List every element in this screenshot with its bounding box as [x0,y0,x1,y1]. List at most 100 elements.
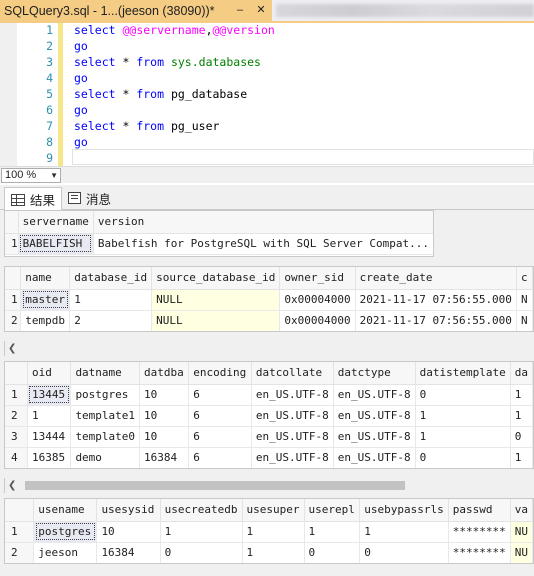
row-number-cell[interactable]: 2 [5,310,22,331]
close-icon[interactable]: ✕ [254,3,268,17]
table-cell[interactable]: BABELFISH [18,233,94,255]
column-header[interactable]: version [93,211,433,234]
table-row[interactable]: 1 postgres 10 1 1 1 1 ******** NU [5,521,533,543]
sql-editor[interactable]: 1 select @@servername,@@version 2 go 3 select… [0,23,534,166]
table-cell[interactable]: 1 [160,521,243,543]
column-header[interactable]: usesysid [96,499,161,522]
table-cell[interactable]: 0 [510,426,533,448]
table-cell[interactable]: 1 [415,426,511,448]
table-row[interactable]: 2 1 template1 10 6 en_US.UTF-8 en_US.UTF-8 1 1 [5,405,533,427]
table-cell[interactable]: 1 [27,405,72,427]
table-cell[interactable]: postgres [33,521,98,543]
row-number-cell[interactable]: 3 [5,426,28,448]
document-tab[interactable]: SQLQuery3.sql - 1...(jeeson (38090))* ‒ … [0,0,272,21]
table-cell[interactable]: NULL [151,289,281,311]
table-cell[interactable]: Babelfish for PostgreSQL with SQL Server… [93,233,433,255]
row-number-cell[interactable]: 1 [5,384,28,406]
table-cell[interactable]: 13444 [27,426,72,448]
pin-icon[interactable]: ‒ [233,3,247,17]
column-header[interactable]: datistemplate [415,362,511,385]
table-cell[interactable]: 6 [188,405,252,427]
table-cell[interactable]: tempdb [20,310,71,331]
row-number-cell[interactable]: 4 [5,447,28,468]
column-header[interactable]: database_id [69,267,153,290]
row-number-cell[interactable]: 1 [5,289,22,311]
table-cell[interactable]: en_US.UTF-8 [251,426,334,448]
table-cell[interactable]: 1 [69,289,153,311]
table-row[interactable]: 1 13445 postgres 10 6 en_US.UTF-8 en_US.UTF-8 0… [5,384,533,406]
table-row[interactable]: 1 BABELFISH Babelfish for PostgreSQL with … [5,233,433,255]
column-header[interactable]: name [20,267,71,290]
table-cell[interactable]: demo [70,447,141,468]
table-cell[interactable]: 2021-11-17 07:56:55.000 [355,289,517,311]
table-row[interactable]: 4 16385 demo 16384 6 en_US.UTF-8 en_US.UTF-8 0 1 [5,447,533,468]
column-header[interactable]: va [510,499,533,522]
row-number-header[interactable] [5,211,19,234]
table-cell[interactable]: 6 [188,384,252,406]
result-grid-2[interactable]: name database_id source_database_id owner_s… [4,266,534,332]
table-cell[interactable]: 0 [415,384,511,406]
table-cell[interactable]: 10 [139,405,190,427]
zoom-dropdown[interactable]: 100 % ▼ [1,168,61,183]
table-cell[interactable]: 1 [304,521,361,543]
table-cell[interactable]: en_US.UTF-8 [251,384,334,406]
table-cell[interactable]: 1 [510,405,533,427]
table-row[interactable]: 2 jeeson 16384 0 1 0 0 ******** NU [5,542,533,563]
table-cell[interactable]: N [516,310,533,331]
table-cell[interactable]: en_US.UTF-8 [333,447,416,468]
tab-messages[interactable]: 消息 [62,187,117,209]
row-number-header[interactable] [5,362,28,385]
column-header[interactable]: encoding [188,362,252,385]
table-cell[interactable]: 0 [359,542,449,563]
row-number-cell[interactable]: 2 [5,542,35,563]
table-cell[interactable]: 16385 [27,447,72,468]
row-number-header[interactable] [5,499,35,522]
table-cell[interactable]: 10 [96,521,161,543]
table-cell[interactable]: 1 [415,405,511,427]
table-row[interactable]: 1 master 1 NULL 0x00004000 2021-11-17 07:56:5… [5,289,533,311]
table-cell[interactable]: N [516,289,533,311]
editor-horizontal-scrollbar[interactable] [64,170,534,181]
table-row[interactable]: 2 tempdb 2 NULL 0x00004000 2021-11-17 07:56:5… [5,310,533,331]
table-cell[interactable]: en_US.UTF-8 [333,405,416,427]
scroll-left-icon[interactable]: ❮ [8,478,16,493]
table-cell[interactable]: 0x00004000 [279,289,356,311]
column-header[interactable]: datname [70,362,141,385]
table-cell[interactable]: 0 [160,542,243,563]
grid-3-horizontal-scrollbar[interactable]: ❮ [4,478,534,493]
table-cell[interactable]: 6 [188,447,252,468]
column-header[interactable]: passwd [448,499,511,522]
table-cell[interactable]: 2021-11-17 07:56:55.000 [355,310,517,331]
result-grid-3[interactable]: oid datname datdba encoding datcollate datcty… [4,361,534,469]
table-cell[interactable]: en_US.UTF-8 [333,384,416,406]
table-cell[interactable]: 1 [242,542,305,563]
column-header[interactable]: create_date [355,267,517,290]
code-line[interactable]: 3 select * from sys.databases [0,54,534,70]
code-line[interactable]: 9 [0,150,534,166]
table-cell[interactable]: 10 [139,384,190,406]
table-cell[interactable]: 10 [139,426,190,448]
table-cell[interactable]: ******** [448,521,511,543]
table-cell[interactable]: 1 [242,521,305,543]
column-header[interactable]: datdba [139,362,190,385]
table-cell[interactable]: NU [510,542,533,563]
table-cell[interactable]: 0 [304,542,361,563]
table-cell[interactable]: NULL [151,310,281,331]
tab-results[interactable]: 结果 [4,187,63,211]
column-header[interactable]: userepl [304,499,361,522]
table-cell[interactable]: master [20,289,71,311]
table-cell[interactable]: 16384 [139,447,190,468]
table-cell[interactable]: 0x00004000 [279,310,356,331]
code-line[interactable]: 7 select * from pg_user [0,118,534,134]
column-header[interactable]: servername [18,211,94,234]
table-cell[interactable]: postgres [70,384,141,406]
grid-2-horizontal-scrollbar[interactable]: ❮ [4,341,534,356]
column-header[interactable]: usecreatedb [160,499,243,522]
grid-3-scroll-thumb[interactable] [25,481,405,490]
column-header[interactable]: usesuper [242,499,305,522]
column-header[interactable]: datctype [333,362,416,385]
table-cell[interactable]: en_US.UTF-8 [251,405,334,427]
table-cell[interactable]: 0 [415,447,511,468]
code-line[interactable]: 1 select @@servername,@@version [0,22,534,38]
table-cell[interactable]: NU [510,521,533,543]
